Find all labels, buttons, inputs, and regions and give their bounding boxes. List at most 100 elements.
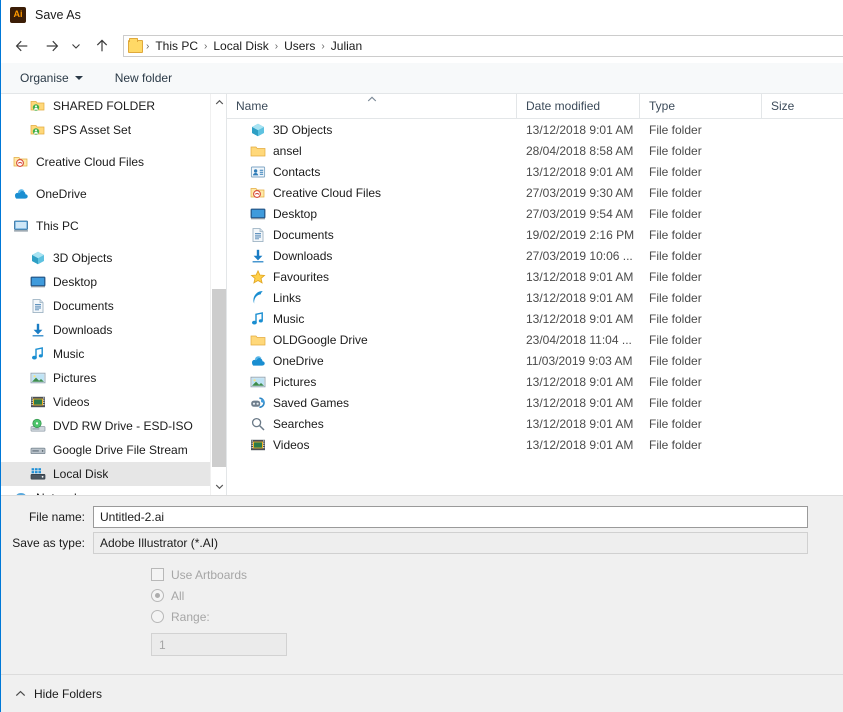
sidebar-item-label: Pictures: [53, 371, 97, 385]
all-artboards-label: All: [171, 588, 185, 603]
breadcrumb[interactable]: › This PC › Local Disk › Users › Julian: [123, 35, 843, 57]
scroll-down-icon[interactable]: [211, 478, 226, 495]
table-row[interactable]: Music 13/12/2018 9:01 AM File folder: [227, 308, 843, 329]
file-row-type: File folder: [649, 416, 702, 431]
column-header-name-label: Name: [236, 99, 269, 113]
sidebar-item-creative-cloud-files[interactable]: Creative Cloud Files: [1, 150, 226, 174]
table-row[interactable]: Favourites 13/12/2018 9:01 AM File folder: [227, 266, 843, 287]
pictures-icon: [250, 374, 266, 390]
file-row-date: 13/12/2018 9:01 AM: [526, 164, 634, 179]
save-as-type-select[interactable]: Adobe Illustrator (*.AI): [93, 532, 808, 554]
breadcrumb-item-julian[interactable]: Julian: [326, 39, 367, 53]
save-as-type-label: Save as type:: [12, 536, 85, 550]
file-row-name-cell: Links: [227, 290, 517, 306]
column-header-size[interactable]: Size: [762, 94, 843, 119]
file-name-row: File name: Untitled-2.ai: [1, 506, 808, 528]
file-row-name: Creative Cloud Files: [273, 185, 382, 200]
file-row-date: 13/12/2018 9:01 AM: [526, 374, 634, 389]
sidebar-item-shared-folder[interactable]: SHARED FOLDER: [1, 94, 226, 118]
table-row[interactable]: OLDGoogle Drive 23/04/2018 11:04 ... File …: [227, 329, 843, 350]
arrow-right-icon[interactable]: [40, 34, 64, 58]
range-artboards-label: Range:: [171, 609, 210, 624]
column-header-type[interactable]: Type: [640, 93, 762, 119]
file-row-name-cell: Contacts: [227, 164, 517, 180]
sidebar-item-network[interactable]: Network: [1, 486, 226, 495]
file-row-name-cell: Pictures: [227, 374, 517, 390]
sidebar-item-label: Downloads: [53, 323, 113, 337]
file-row-type: File folder: [649, 185, 702, 200]
file-row-date: 27/03/2019 9:54 AM: [526, 206, 634, 221]
sidebar-item-dvd-rw-drive-esd-iso[interactable]: DVD RW Drive - ESD-ISO: [1, 414, 226, 438]
folder-icon: [250, 143, 266, 159]
table-row[interactable]: Downloads 27/03/2019 10:06 ... File folder: [227, 245, 843, 266]
folder-icon: [250, 332, 266, 348]
table-row[interactable]: Saved Games 13/12/2018 9:01 AM File folder: [227, 392, 843, 413]
tree-scrollbar-thumb[interactable]: [212, 289, 226, 467]
sidebar-item-3d-objects[interactable]: 3D Objects: [1, 246, 226, 270]
table-row[interactable]: Desktop 27/03/2019 9:54 AM File folder: [227, 203, 843, 224]
file-row-name-cell: Creative Cloud Files: [227, 185, 517, 201]
column-header-name[interactable]: Name: [227, 93, 517, 119]
this-pc-icon: [13, 218, 29, 234]
use-artboards-checkbox[interactable]: [151, 568, 164, 581]
table-row[interactable]: Links 13/12/2018 9:01 AM File folder: [227, 287, 843, 308]
onedrive-icon: [13, 186, 29, 202]
table-row[interactable]: 3D Objects 13/12/2018 9:01 AM File folder: [227, 119, 843, 140]
file-row-name: Desktop: [273, 206, 318, 221]
table-row[interactable]: Pictures 13/12/2018 9:01 AM File folder: [227, 371, 843, 392]
all-artboards-radio[interactable]: [151, 589, 164, 602]
navigation-bar: › This PC › Local Disk › Users › Julian: [1, 29, 843, 63]
sidebar-item-pictures[interactable]: Pictures: [1, 366, 226, 390]
all-artboards-row[interactable]: All: [151, 585, 287, 606]
file-row-type: File folder: [649, 269, 702, 284]
range-input[interactable]: 1: [151, 633, 287, 656]
use-artboards-row[interactable]: Use Artboards: [151, 564, 287, 585]
shared-folder-icon: [30, 122, 46, 138]
file-name-input[interactable]: Untitled-2.ai: [93, 506, 808, 528]
table-row[interactable]: Creative Cloud Files 27/03/2019 9:30 AM Fi…: [227, 182, 843, 203]
file-row-type: File folder: [649, 227, 702, 242]
sidebar-item-google-drive-file-stream[interactable]: Google Drive File Stream: [1, 438, 226, 462]
arrow-left-icon[interactable]: [10, 34, 34, 58]
navigation-tree-pane: SHARED FOLDER SPS Asset Set Creative Cloud…: [1, 94, 226, 495]
artboard-options-group: Use Artboards All Range: 1: [151, 564, 287, 656]
table-row[interactable]: Searches 13/12/2018 9:01 AM File folder: [227, 413, 843, 434]
table-row[interactable]: Documents 19/02/2019 2:16 PM File folder: [227, 224, 843, 245]
sidebar-item-this-pc[interactable]: This PC: [1, 214, 226, 238]
use-artboards-label: Use Artboards: [171, 567, 248, 582]
sidebar-item-videos[interactable]: Videos: [1, 390, 226, 414]
hide-folders-button[interactable]: Hide Folders: [15, 687, 102, 701]
table-row[interactable]: Contacts 13/12/2018 9:01 AM File folder: [227, 161, 843, 182]
table-row[interactable]: OneDrive 11/03/2019 9:03 AM File folder: [227, 350, 843, 371]
breadcrumb-item-users[interactable]: Users: [279, 39, 320, 53]
file-row-date: 11/03/2019 9:03 AM: [526, 353, 633, 368]
breadcrumb-item-local-disk[interactable]: Local Disk: [208, 39, 273, 53]
new-folder-button[interactable]: New folder: [105, 66, 182, 90]
creative-cloud-folder-icon: [13, 154, 29, 170]
table-row[interactable]: Videos 13/12/2018 9:01 AM File folder: [227, 434, 843, 455]
file-row-date: 27/03/2019 9:30 AM: [526, 185, 634, 200]
sidebar-item-desktop[interactable]: Desktop: [1, 270, 226, 294]
chevron-down-icon[interactable]: [68, 34, 84, 58]
sidebar-item-local-disk[interactable]: Local Disk: [1, 462, 226, 486]
breadcrumb-item-this-pc[interactable]: This PC: [150, 39, 203, 53]
sidebar-item-music[interactable]: Music: [1, 342, 226, 366]
column-header-date-modified[interactable]: Date modified: [517, 93, 640, 119]
scroll-up-icon[interactable]: [211, 94, 226, 111]
file-row-name: Music: [273, 311, 305, 326]
file-row-name: Links: [273, 290, 302, 305]
sidebar-item-sps-asset-set[interactable]: SPS Asset Set: [1, 118, 226, 142]
desktop-icon: [250, 206, 266, 222]
arrow-up-icon[interactable]: [90, 34, 114, 58]
organise-button[interactable]: Organise: [10, 66, 93, 90]
sidebar-item-downloads[interactable]: Downloads: [1, 318, 226, 342]
sidebar-item-onedrive[interactable]: OneDrive: [1, 182, 226, 206]
save-as-dialog: Ai Save As › This PC › Local Disk › User…: [0, 0, 843, 712]
tree-scrollbar[interactable]: [210, 94, 226, 495]
hide-folders-label: Hide Folders: [34, 686, 103, 701]
range-artboards-radio[interactable]: [151, 610, 164, 623]
sidebar-item-documents[interactable]: Documents: [1, 294, 226, 318]
table-row[interactable]: ansel 28/04/2018 8:58 AM File folder: [227, 140, 843, 161]
file-row-name: Videos: [273, 437, 310, 452]
range-artboards-row[interactable]: Range:: [151, 606, 287, 627]
